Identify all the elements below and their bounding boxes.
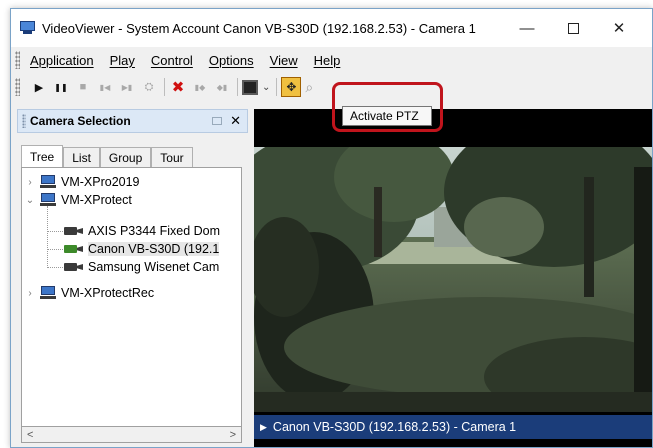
server-computer-icon (40, 193, 56, 207)
menubar-grip[interactable] (15, 51, 20, 69)
ptz-highlight-box (332, 82, 443, 132)
panel-grip[interactable] (22, 114, 26, 128)
pin-icon[interactable] (212, 117, 223, 125)
menu-control[interactable]: Control (151, 53, 193, 68)
tab-group[interactable]: Group (99, 147, 152, 167)
camera-icon (64, 262, 84, 272)
zoom-icon[interactable]: ⌕ (305, 79, 313, 96)
toolbar-grip[interactable] (15, 78, 20, 96)
camera-live-icon (64, 244, 84, 254)
minimize-button[interactable]: — (504, 9, 550, 47)
activate-ptz-button[interactable]: ✥ (281, 77, 302, 97)
binoculars-icon[interactable]: ⛭ (140, 77, 158, 97)
delete-icon[interactable]: ✖ (169, 77, 187, 97)
camera-selection-panel: Camera Selection ✕ Tree List Group Tour … (17, 109, 248, 447)
video-status-label: Canon VB-S30D (192.168.2.53) - Camera 1 (272, 420, 517, 434)
video-pane[interactable]: ▶ Canon VB-S30D (192.168.2.53) - Camera … (254, 109, 652, 447)
panel-header: Camera Selection ✕ (17, 109, 248, 133)
menu-application[interactable]: Application (30, 53, 94, 68)
chevron-down-icon[interactable]: ⌄ (262, 82, 270, 93)
next-camera-icon[interactable]: ◆▮ (213, 77, 231, 97)
step-back-icon[interactable]: ▮◀ (96, 77, 114, 97)
camera-label: Canon VB-S30D (192.1 (88, 242, 220, 256)
menu-bar: Application Play Control Options View He… (11, 47, 652, 73)
menu-help[interactable]: Help (314, 53, 341, 68)
maximize-icon (567, 22, 579, 34)
server-computer-icon (40, 286, 56, 300)
video-status-bar: ▶ Canon VB-S30D (192.168.2.53) - Camera … (254, 415, 652, 439)
server-label: VM-XPro2019 (61, 175, 140, 189)
chevron-right-icon[interactable]: › (24, 288, 36, 299)
app-monitor-icon (19, 21, 36, 35)
camera-tree: › VM-XPro2019 ⌄ VM-XProtect AXIS P3344 F… (21, 167, 242, 437)
scroll-left-icon[interactable]: < (27, 429, 33, 441)
chevron-right-icon[interactable]: › (24, 177, 36, 188)
horizontal-scrollbar[interactable]: < > (21, 426, 242, 443)
step-forward-icon[interactable]: ▶▮ (118, 77, 136, 97)
tab-tour[interactable]: Tour (151, 147, 193, 167)
panel-tabs: Tree List Group Tour (21, 145, 193, 167)
window-title: VideoViewer - System Account Canon VB-S3… (42, 20, 476, 36)
tree-node-camera-selected[interactable]: Canon VB-S30D (192.1 (64, 240, 220, 258)
stop-icon[interactable]: ■ (74, 77, 92, 97)
chevron-down-icon[interactable]: ⌄ (24, 195, 36, 206)
pause-icon[interactable]: ❚❚ (52, 77, 70, 97)
tree-node-server[interactable]: › VM-XProtectRec (24, 284, 154, 302)
tree-node-server[interactable]: › VM-XPro2019 (24, 173, 140, 191)
server-computer-icon (40, 175, 56, 189)
camera-scene-image (254, 147, 652, 412)
tree-guide-line (47, 249, 63, 250)
camera-label: AXIS P3344 Fixed Dom (88, 224, 221, 238)
tab-list[interactable]: List (63, 147, 100, 167)
tab-tree[interactable]: Tree (21, 145, 64, 167)
fullscreen-icon[interactable] (242, 79, 258, 95)
toolbar-separator (237, 78, 238, 96)
title-bar[interactable]: VideoViewer - System Account Canon VB-S3… (11, 9, 652, 47)
play-indicator-icon: ▶ (260, 421, 267, 432)
menu-options[interactable]: Options (209, 53, 254, 68)
tree-node-camera[interactable]: AXIS P3344 Fixed Dom (64, 222, 220, 240)
tree-guide-line (47, 206, 48, 268)
panel-title: Camera Selection (30, 114, 131, 128)
server-label: VM-XProtect (61, 193, 132, 207)
toolbar-separator (164, 78, 165, 96)
menu-view[interactable]: View (270, 53, 298, 68)
tree-guide-line (47, 267, 63, 268)
scroll-right-icon[interactable]: > (230, 429, 236, 441)
close-button[interactable]: ✕ (596, 9, 642, 47)
menu-play[interactable]: Play (110, 53, 135, 68)
tree-node-server[interactable]: ⌄ VM-XProtect (24, 191, 132, 209)
prev-camera-icon[interactable]: ▮◆ (191, 77, 209, 97)
maximize-button[interactable] (550, 9, 596, 47)
panel-close-icon[interactable]: ✕ (230, 113, 241, 129)
video-viewer-window: VideoViewer - System Account Canon VB-S3… (10, 8, 653, 448)
camera-label: Samsung Wisenet Cam (88, 260, 220, 274)
camera-icon (64, 226, 84, 236)
server-label: VM-XProtectRec (61, 286, 155, 300)
toolbar-separator (276, 78, 278, 96)
play-icon[interactable]: ▶ (30, 77, 48, 97)
camera-video-feed (254, 147, 652, 412)
tree-guide-line (47, 231, 63, 232)
tree-node-camera[interactable]: Samsung Wisenet Cam (64, 258, 219, 276)
